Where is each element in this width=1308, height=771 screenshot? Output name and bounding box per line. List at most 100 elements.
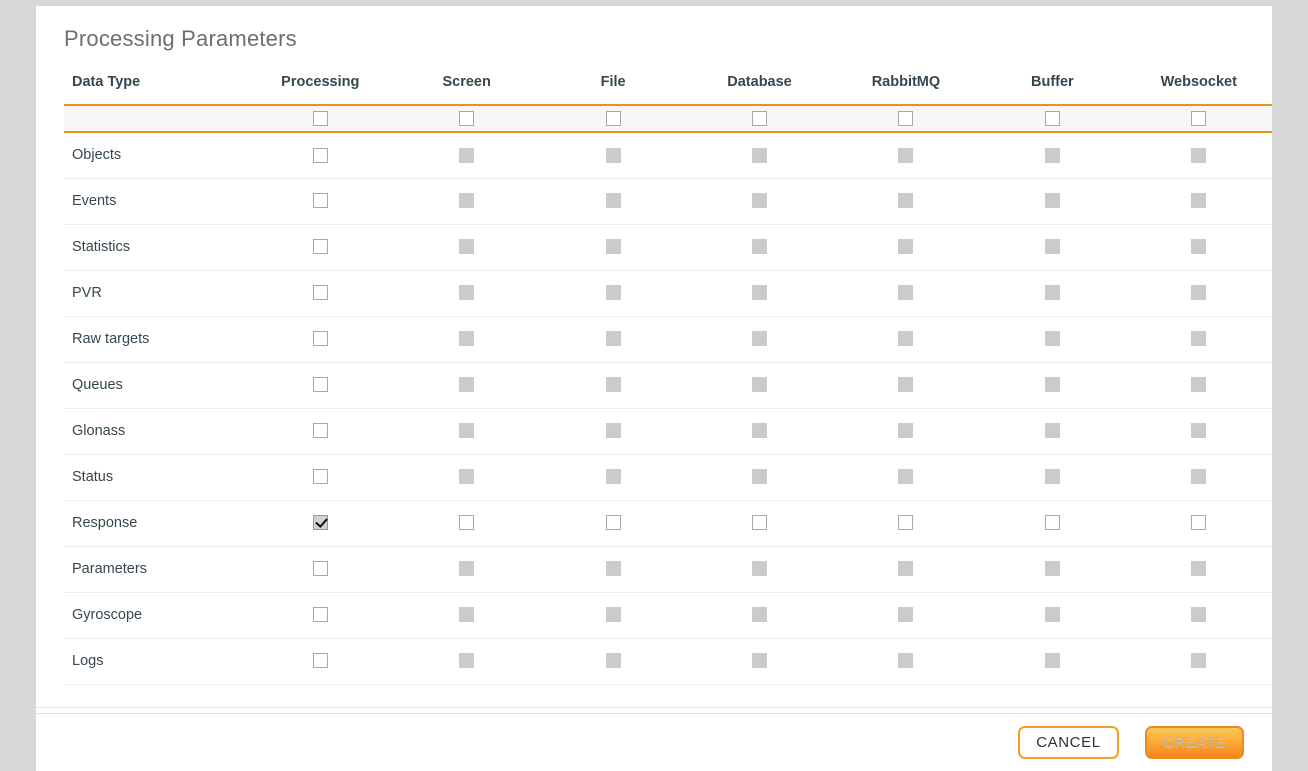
row-0-screen-checkbox (459, 147, 475, 163)
row-10-processing-checkbox[interactable] (312, 607, 328, 623)
row-1-file-checkbox (605, 193, 621, 209)
row-2-websocket-cell (1125, 224, 1272, 271)
dialog-footer: CANCEL CREATE (36, 714, 1272, 771)
row-label: Queues (64, 362, 248, 409)
select-all-screen-checkbox[interactable] (459, 110, 475, 126)
row-1-database-cell (686, 178, 833, 225)
select-all-file-checkbox[interactable] (605, 110, 621, 126)
select-all-buffer-checkbox[interactable] (1044, 110, 1060, 126)
row-label: Glonass (64, 408, 248, 455)
row-3-processing-checkbox[interactable] (312, 285, 328, 301)
cancel-button[interactable]: CANCEL (1018, 726, 1119, 759)
row-7-websocket-checkbox (1191, 469, 1207, 485)
row-11-buffer-cell (979, 638, 1126, 685)
row-7-screen-checkbox (459, 469, 475, 485)
row-1-processing-cell (247, 178, 394, 225)
row-4-websocket-cell (1125, 316, 1272, 363)
row-0-database-cell (686, 132, 833, 179)
create-button[interactable]: CREATE (1144, 726, 1244, 759)
row-8-screen-checkbox[interactable] (459, 515, 475, 531)
row-0-processing-checkbox[interactable] (312, 147, 328, 163)
row-6-processing-cell (247, 408, 394, 455)
row-1-processing-checkbox[interactable] (312, 193, 328, 209)
row-label: Logs (64, 638, 248, 685)
row-label: Status (64, 454, 248, 501)
row-8-file-checkbox[interactable] (605, 515, 621, 531)
row-7-processing-checkbox[interactable] (312, 469, 328, 485)
row-1-websocket-cell (1125, 178, 1272, 225)
column-header-rabbitmq: RabbitMQ (832, 74, 980, 106)
row-9-rabbitmq-checkbox (898, 561, 914, 577)
row-5-processing-checkbox[interactable] (312, 377, 328, 393)
row-8-websocket-checkbox[interactable] (1191, 515, 1207, 531)
row-3-rabbitmq-checkbox (898, 285, 914, 301)
row-1-buffer-cell (979, 178, 1126, 225)
row-8-processing-checkbox[interactable] (312, 515, 328, 531)
row-6-database-cell (686, 408, 833, 455)
row-11-screen-cell (393, 638, 540, 685)
select-all-rabbitmq-checkbox[interactable] (898, 110, 914, 126)
row-11-rabbitmq-cell (832, 638, 980, 685)
row-2-processing-checkbox[interactable] (312, 239, 328, 255)
row-5-database-cell (686, 362, 833, 409)
row-2-buffer-cell (979, 224, 1126, 271)
row-11-processing-checkbox[interactable] (312, 653, 328, 669)
page-title: Processing Parameters (64, 26, 297, 51)
row-9-rabbitmq-cell (832, 546, 980, 593)
row-9-file-checkbox (605, 561, 621, 577)
row-3-screen-checkbox (459, 285, 475, 301)
column-header-processing: Processing (247, 74, 394, 106)
row-6-rabbitmq-cell (832, 408, 980, 455)
row-0-rabbitmq-checkbox (898, 147, 914, 163)
row-10-websocket-cell (1125, 592, 1272, 639)
row-8-buffer-checkbox[interactable] (1044, 515, 1060, 531)
row-8-rabbitmq-cell (832, 500, 980, 547)
table-header: Data Type Processing Screen File Databas… (64, 74, 1272, 106)
row-8-database-cell (686, 500, 833, 547)
table-row: Gyroscope (64, 592, 1272, 639)
row-3-file-cell (539, 270, 687, 317)
row-9-buffer-cell (979, 546, 1126, 593)
row-4-screen-cell (393, 316, 540, 363)
row-0-database-checkbox (752, 147, 767, 163)
row-6-processing-checkbox[interactable] (312, 423, 328, 439)
row-4-websocket-checkbox (1191, 331, 1207, 347)
row-3-rabbitmq-cell (832, 270, 980, 317)
row-6-websocket-checkbox (1191, 423, 1207, 439)
row-11-websocket-checkbox (1191, 653, 1207, 669)
row-9-processing-checkbox[interactable] (312, 561, 328, 577)
row-4-rabbitmq-cell (832, 316, 980, 363)
row-8-rabbitmq-checkbox[interactable] (898, 515, 914, 531)
row-2-buffer-checkbox (1044, 239, 1060, 255)
row-4-processing-checkbox[interactable] (312, 331, 328, 347)
row-4-screen-checkbox (459, 331, 475, 347)
row-1-rabbitmq-cell (832, 178, 980, 225)
row-5-screen-cell (393, 362, 540, 409)
row-11-buffer-checkbox (1044, 653, 1060, 669)
row-8-database-checkbox[interactable] (752, 515, 767, 531)
select-all-websocket-checkbox[interactable] (1191, 110, 1207, 126)
row-10-screen-checkbox (459, 607, 475, 623)
row-0-rabbitmq-cell (832, 132, 980, 179)
table-row: Glonass (64, 408, 1272, 455)
row-7-screen-cell (393, 454, 540, 501)
row-7-websocket-cell (1125, 454, 1272, 501)
row-11-processing-cell (247, 638, 394, 685)
column-header-screen: Screen (393, 74, 540, 106)
row-label: Objects (64, 132, 248, 179)
processing-parameters-dialog: Processing Parameters Data Type Processi… (36, 6, 1272, 771)
column-header-websocket: Websocket (1125, 74, 1272, 106)
row-3-buffer-cell (979, 270, 1126, 317)
row-2-file-cell (539, 224, 687, 271)
row-1-database-checkbox (752, 193, 767, 209)
row-6-rabbitmq-checkbox (898, 423, 914, 439)
row-6-buffer-cell (979, 408, 1126, 455)
row-10-screen-cell (393, 592, 540, 639)
select-all-processing-checkbox[interactable] (312, 110, 328, 126)
row-label: Raw targets (64, 316, 248, 363)
select-all-database-checkbox[interactable] (752, 110, 767, 126)
row-3-file-checkbox (605, 285, 621, 301)
row-label: Response (64, 500, 248, 547)
row-0-screen-cell (393, 132, 540, 179)
row-8-buffer-cell (979, 500, 1126, 547)
